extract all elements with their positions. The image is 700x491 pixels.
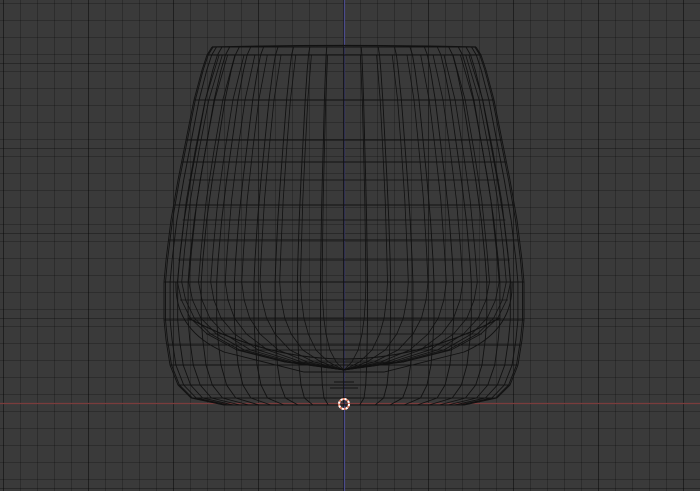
inner-meridian-edge (343, 54, 507, 371)
inner-meridian-edge (343, 54, 388, 371)
outer-meridian-edge (447, 46, 501, 406)
inner-meridian-edge (343, 54, 490, 371)
outer-meridian-edge (320, 46, 329, 406)
outer-meridian-edge (187, 46, 241, 406)
inner-meridian-edge (343, 54, 512, 371)
inner-meridian-edge (176, 54, 345, 371)
inner-meridian-edge (343, 54, 409, 371)
3d-viewport[interactable] (0, 0, 700, 491)
inner-meridian-edge (224, 54, 345, 371)
inner-meridian-edge (181, 54, 345, 371)
glass-wireframe-mesh[interactable] (0, 0, 700, 491)
inner-meridian-edge (343, 54, 447, 371)
outer-meridian-edge (416, 46, 455, 406)
inner-meridian-edge (343, 54, 429, 371)
inner-meridian-edge (259, 54, 345, 371)
inner-meridian-edge (198, 54, 345, 371)
inner-meridian-edge (343, 54, 464, 371)
inner-meridian-edge (321, 54, 345, 371)
inner-meridian-edge (279, 54, 345, 371)
inner-meridian-edge (241, 54, 345, 371)
outer-meridian-edge (165, 46, 226, 406)
inner-meridian-edge (300, 54, 345, 371)
outer-meridian-edge (462, 46, 523, 406)
outer-meridian-edge (233, 46, 272, 406)
outer-meridian-edge (359, 46, 368, 406)
inner-meridian-edge (343, 54, 367, 371)
